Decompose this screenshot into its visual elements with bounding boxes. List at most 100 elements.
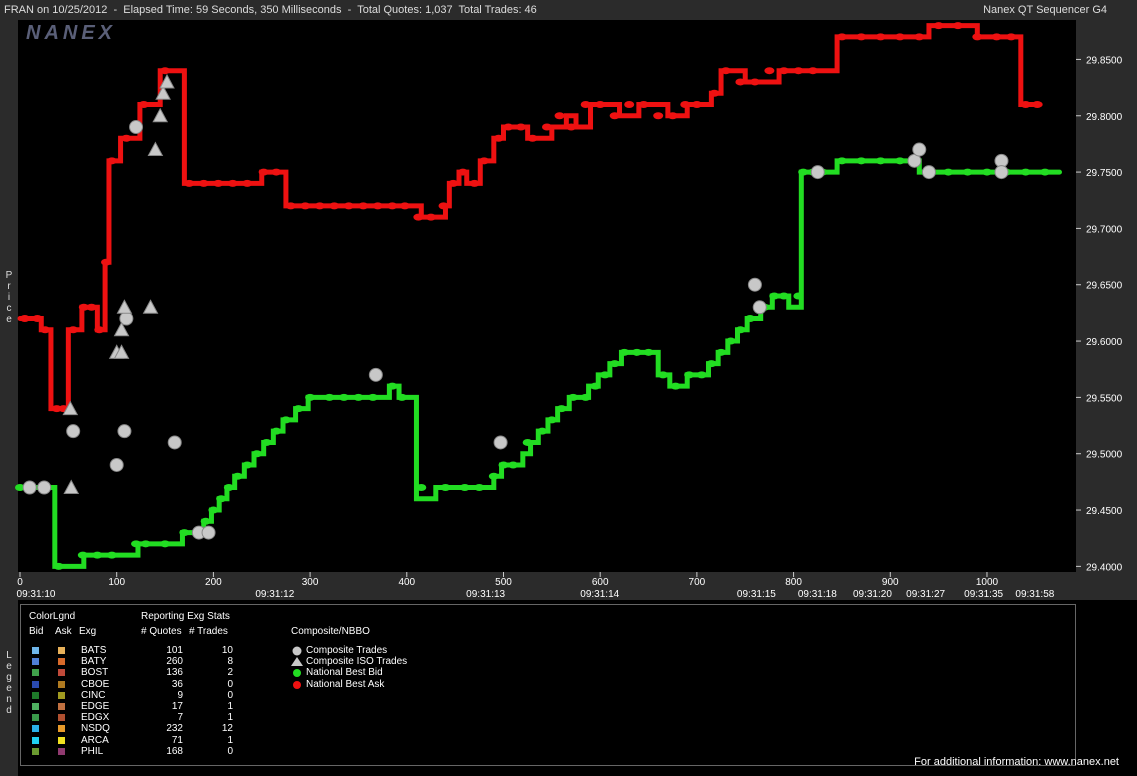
best-bid-marker	[223, 484, 234, 492]
best-bid-marker	[716, 348, 727, 356]
ask-color-swatch	[58, 747, 65, 755]
exchange-trades: 2	[227, 667, 233, 679]
time-label: 09:31:13	[466, 589, 505, 600]
best-ask-marker	[1020, 100, 1031, 108]
best-ask-marker	[425, 213, 436, 221]
best-ask-marker	[198, 179, 209, 187]
best-bid-marker	[396, 393, 407, 401]
y-tick-label: 29.4000	[1086, 562, 1123, 573]
best-bid-marker	[293, 405, 304, 413]
best-ask-marker	[580, 100, 591, 108]
best-bid-marker	[684, 371, 695, 379]
best-bid-marker	[600, 371, 611, 379]
best-bid-marker	[943, 168, 954, 176]
ask-color-swatch	[58, 669, 65, 677]
best-ask-marker	[300, 202, 311, 210]
best-ask-marker	[566, 123, 577, 131]
legend-side-strip: Legend	[0, 600, 18, 776]
x-tick-label: 200	[205, 577, 222, 588]
time-label: 09:31:15	[737, 589, 776, 600]
legend-panel: ColorLgnd Bid Ask Exg Reporting Exg Stat…	[20, 604, 1076, 766]
best-bid-marker	[725, 337, 736, 345]
best-ask-marker	[764, 67, 775, 75]
bid-color-swatch	[32, 647, 39, 654]
best-bid-marker	[324, 393, 335, 401]
best-bid-marker	[856, 157, 867, 165]
best-ask-marker	[160, 67, 171, 75]
exchange-name: EDGE	[81, 701, 110, 712]
composite-trade-marker	[368, 367, 383, 382]
exchange-name: EDGX	[81, 712, 110, 724]
exchange-quotes: 17	[171, 701, 183, 712]
price-chart[interactable]: 29.8500 29.8000 29.7500 29.7000 29.6500 29.60…	[0, 0, 1137, 604]
exchange-quotes: 101	[166, 645, 183, 656]
composite-trade-marker	[810, 165, 825, 180]
footer-info[interactable]: For additional information: www.nanex.ne…	[914, 756, 1119, 768]
bid-color-swatch	[32, 725, 39, 733]
best-ask-marker	[856, 33, 867, 41]
best-bid-marker	[769, 292, 780, 300]
best-bid-marker	[179, 529, 190, 537]
composite-trade-marker	[37, 480, 52, 495]
best-bid-marker	[619, 348, 630, 356]
best-ask-marker	[314, 202, 325, 210]
y-tick-label: 29.7000	[1086, 224, 1123, 235]
best-ask-marker	[413, 213, 424, 221]
best-ask-marker	[952, 22, 963, 30]
x-tick-label: 100	[108, 577, 125, 588]
composite-trade-marker	[201, 525, 216, 540]
best-ask-marker	[807, 67, 818, 75]
exchange-name: NSDQ	[81, 723, 110, 735]
y-tick-label: 29.7500	[1086, 168, 1123, 179]
exchange-name: BOST	[81, 667, 109, 679]
best-ask-marker	[542, 123, 552, 131]
best-bid-marker	[537, 427, 548, 435]
x-tick-label: 400	[398, 577, 415, 588]
legend-side-title: Legend	[6, 650, 12, 716]
ask-color-swatch	[58, 658, 65, 666]
best-ask-marker	[387, 202, 398, 210]
best-ask-marker	[554, 112, 565, 120]
time-label: 09:31:10	[17, 589, 56, 600]
best-bid-marker	[367, 393, 378, 401]
best-bid-marker	[305, 393, 316, 401]
exchange-name: ARCA	[81, 734, 109, 746]
composite-trade-marker	[117, 424, 132, 439]
composite-trade-marker	[921, 165, 936, 180]
y-tick-label: 29.4500	[1086, 506, 1123, 517]
best-ask-marker	[667, 112, 678, 120]
best-bid-marker	[440, 484, 451, 492]
exchange-name: CINC	[81, 689, 106, 701]
legend-symbol-label: National Best Ask	[306, 678, 385, 690]
best-bid-marker	[631, 348, 642, 356]
best-ask-marker	[271, 168, 282, 176]
best-bid-marker	[200, 517, 211, 525]
best-ask-marker	[638, 100, 649, 108]
composite-trade-marker	[994, 165, 1009, 180]
bid-color-swatch	[32, 658, 39, 666]
best-ask-marker	[894, 33, 905, 41]
best-ask-marker	[793, 67, 804, 75]
best-ask-marker	[1032, 100, 1043, 108]
ask-color-swatch	[58, 703, 65, 710]
y-tick-label: 29.6500	[1086, 281, 1123, 292]
best-bid-marker	[609, 360, 620, 368]
triangle-icon	[291, 657, 303, 667]
best-bid-marker	[280, 416, 291, 424]
best-ask-marker	[972, 33, 983, 41]
exchange-quotes: 71	[171, 734, 183, 746]
best-ask-marker	[749, 78, 760, 86]
best-ask-marker	[86, 303, 97, 311]
best-bid-marker	[522, 438, 533, 446]
best-bid-marker	[271, 427, 282, 435]
best-bid-marker	[387, 382, 398, 390]
best-bid-marker	[735, 326, 746, 334]
time-label: 09:31:18	[798, 589, 837, 600]
composite-trade-marker	[752, 300, 767, 315]
exchange-quotes: 168	[166, 745, 183, 757]
best-ask-marker	[735, 78, 746, 86]
time-label: 09:31:35	[964, 589, 1003, 600]
best-ask-marker	[138, 100, 149, 108]
best-bid-marker	[416, 484, 427, 492]
best-bid-marker	[875, 157, 886, 165]
